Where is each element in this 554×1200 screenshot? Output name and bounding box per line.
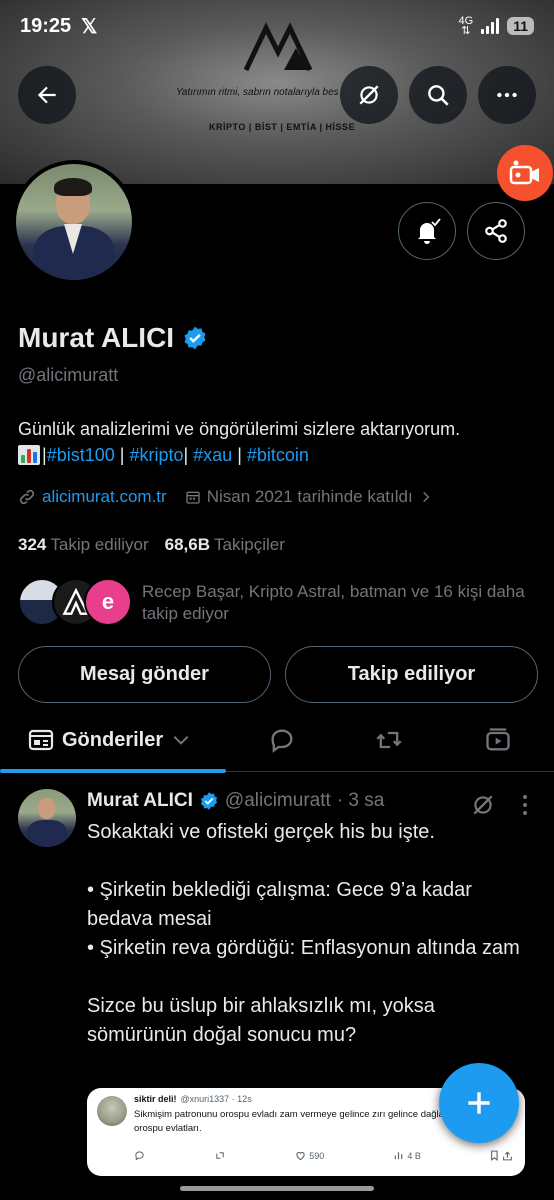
bio-text: Günlük analizlerimi ve öngörülerimi sizl… — [18, 419, 461, 439]
post-text: Sokaktaki ve ofisteki gerçek his bu işte… — [87, 821, 520, 1046]
chevron-down-icon — [173, 735, 189, 745]
reply-icon — [134, 1150, 145, 1161]
followed-by-text: Recep Başar, Kripto Astral, batman ve 16… — [142, 582, 525, 623]
tab-replies-icon[interactable] — [268, 726, 296, 754]
verified-badge-icon[interactable] — [182, 325, 208, 351]
website-link[interactable]: alicimurat.com.tr — [18, 487, 167, 507]
battery-indicator: 11 — [507, 17, 534, 35]
grok-icon[interactable] — [470, 792, 496, 818]
follow-counts: 324 Takip ediliyor 68,6B Takipçiler — [18, 535, 285, 555]
share-button[interactable] — [467, 202, 525, 260]
calendar-icon — [186, 491, 200, 504]
joined-date[interactable]: Nisan 2021 tarihinde katıldı — [185, 487, 433, 507]
tab-media-icon[interactable] — [484, 726, 512, 754]
following-count-link[interactable]: 324 Takip ediliyor — [18, 535, 149, 555]
chevron-right-icon — [422, 491, 430, 503]
more-options-button[interactable] — [478, 66, 536, 124]
post-avatar[interactable] — [18, 789, 76, 847]
signal-icon — [481, 18, 500, 34]
profile-handle: @alicimuratt — [18, 365, 119, 385]
compose-post-button[interactable] — [439, 1063, 519, 1143]
search-button[interactable] — [409, 66, 467, 124]
bar-chart-emoji-icon — [18, 445, 40, 465]
active-tab-indicator — [0, 769, 226, 773]
network-type: 4G ⇅ — [458, 15, 474, 37]
post-author-name[interactable]: Murat ALICI — [87, 790, 193, 812]
post-author-handle[interactable]: @alicimuratt — [225, 790, 331, 812]
profile-tabs: Gönderiler — [0, 708, 554, 773]
home-indicator[interactable] — [180, 1186, 374, 1191]
profile-meta: alicimurat.com.tr Nisan 2021 tarihinde k… — [18, 487, 433, 507]
status-time: 19:25 — [20, 14, 72, 37]
posts-filter-icon — [28, 729, 54, 751]
verified-badge-icon — [200, 792, 217, 810]
repost-icon — [214, 1150, 226, 1161]
bookmark-share-icons — [490, 1150, 514, 1161]
profile-actions: Mesaj gönder Takip ediliyor — [18, 646, 538, 703]
hashtag-link[interactable]: #xau — [193, 442, 232, 468]
arrow-left-icon — [37, 86, 56, 104]
following-button[interactable]: Takip ediliyor — [285, 646, 538, 703]
profile-bio: Günlük analizlerimi ve öngörülerimi sizl… — [18, 416, 538, 468]
follower-avatars: e — [18, 578, 132, 626]
search-icon — [428, 85, 449, 106]
bottom-edge — [0, 1192, 554, 1200]
grok-button[interactable] — [340, 66, 398, 124]
hashtag-link[interactable]: #bitcoin — [247, 442, 309, 468]
tab-posts[interactable]: Gönderiler — [0, 708, 226, 773]
screen-record-button[interactable] — [497, 145, 553, 201]
back-button[interactable] — [18, 66, 76, 124]
plus-icon — [468, 1092, 490, 1114]
banner-tagline: Yatırımın ritmi, sabrın notalarıyla bes — [176, 87, 339, 98]
post-time: · 3 sa — [336, 790, 385, 811]
video-record-icon — [509, 160, 539, 185]
notification-subscribe-button[interactable] — [398, 202, 456, 260]
tab-reposts-icon[interactable] — [374, 726, 404, 754]
like-icon: 590 — [295, 1150, 324, 1161]
quote-header: siktir deli! @xnuri1337 · 12s — [134, 1094, 252, 1104]
profile-name-row: Murat ALICI — [18, 322, 208, 354]
more-horizontal-icon — [497, 92, 517, 98]
quote-actions: 590 4 B — [134, 1150, 514, 1161]
hashtag-link[interactable]: #kripto — [129, 442, 183, 468]
link-icon — [19, 489, 35, 505]
followers-count-link[interactable]: 68,6B Takipçiler — [165, 535, 285, 555]
hashtag-link[interactable]: #bist100 — [47, 442, 115, 468]
avatar — [97, 1096, 127, 1126]
avatar: e — [84, 578, 132, 626]
profile-name: Murat ALICI — [18, 322, 175, 353]
profile-avatar[interactable] — [12, 160, 136, 284]
share-icon — [485, 219, 507, 243]
followers-you-know[interactable]: e Recep Başar, Kripto Astral, batman ve … — [18, 578, 532, 626]
views-icon: 4 B — [395, 1150, 421, 1161]
banner-categories: KRİPTO | BİST | EMTİA | HİSSE — [209, 122, 356, 132]
status-bar: 19:25 𝕏 4G ⇅ 11 — [0, 0, 554, 52]
bio-hashtags: | #bist100 | #kripto | #xau | #bitcoin — [18, 442, 538, 468]
grok-icon — [359, 85, 379, 105]
message-button[interactable]: Mesaj gönder — [18, 646, 271, 703]
x-notification-icon: 𝕏 — [81, 15, 98, 38]
bell-check-icon — [418, 218, 441, 244]
post-header: Murat ALICI @alicimuratt · 3 sa — [87, 790, 384, 812]
more-vertical-icon[interactable] — [518, 794, 532, 816]
